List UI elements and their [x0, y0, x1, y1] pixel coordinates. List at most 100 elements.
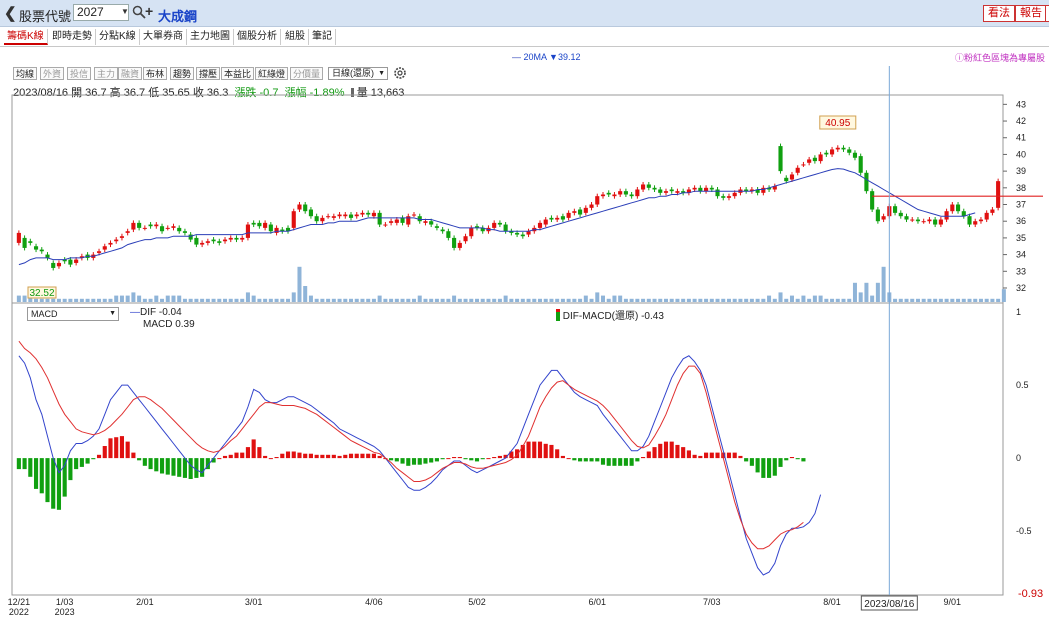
volume-bar	[956, 298, 961, 302]
volume-bar	[320, 298, 325, 302]
volume-bar	[412, 298, 417, 302]
volume-bar	[847, 298, 852, 302]
candle-body	[875, 209, 880, 222]
volume-bar	[795, 298, 800, 302]
macd-histogram-bar	[137, 458, 142, 461]
macd-histogram-bar	[532, 441, 537, 459]
candle-body	[560, 216, 565, 220]
ma20-line	[18, 168, 976, 266]
macd-histogram-bar	[732, 452, 737, 459]
volume-bar	[744, 298, 749, 302]
volume-bar	[486, 298, 491, 302]
macd-histogram-bar	[200, 458, 205, 477]
volume-bar	[612, 295, 617, 302]
macd-histogram-bar	[171, 458, 176, 476]
volume-bar	[102, 298, 107, 302]
candle-body	[348, 214, 354, 218]
volume-bar	[841, 298, 846, 302]
macd-histogram-bar	[331, 454, 336, 459]
volume-bar	[767, 295, 772, 302]
volume-bar	[784, 298, 789, 302]
candle-body	[68, 259, 73, 265]
macd-histogram-bar	[749, 458, 754, 466]
macd-histogram-bar	[440, 458, 445, 460]
macd-histogram-bar	[297, 452, 302, 459]
candle-body	[784, 177, 789, 182]
volume-bar	[268, 298, 273, 302]
macd-histogram-bar	[755, 458, 760, 473]
macd-histogram-bar	[131, 452, 136, 459]
candle-body	[835, 147, 840, 150]
candle-body	[33, 246, 39, 250]
volume-bar	[801, 295, 806, 302]
volume-bar	[566, 298, 571, 302]
price-tick-label: 41	[1016, 133, 1026, 143]
volume-bar	[532, 298, 537, 302]
volume-bar	[893, 298, 898, 302]
volume-bar	[440, 298, 445, 302]
volume-bar	[515, 298, 520, 302]
volume-bar	[371, 298, 376, 302]
candle-body	[955, 204, 961, 212]
candle-body	[194, 237, 199, 245]
volume-bar	[142, 298, 147, 302]
price-tick-label: 35	[1016, 233, 1026, 243]
macd-histogram-bar	[784, 458, 789, 461]
candle-body	[635, 189, 640, 197]
volume-bar	[583, 295, 588, 302]
volume-bar	[234, 298, 239, 302]
volume-bar	[675, 298, 680, 302]
candle-body	[904, 216, 909, 220]
macd-histogram-bar	[400, 458, 405, 464]
candle-body	[331, 216, 336, 218]
volume-bar	[852, 282, 857, 302]
x-tick-label: 5/02	[468, 597, 486, 607]
candle-body	[623, 191, 628, 195]
macd-histogram-bar	[268, 458, 273, 460]
candle-body	[658, 189, 663, 193]
candle-body	[383, 224, 388, 226]
volume-bar	[280, 298, 285, 302]
candle-body	[257, 222, 262, 227]
volume-bar	[520, 298, 525, 302]
macd-histogram-bar	[33, 458, 39, 489]
volume-bar	[331, 298, 336, 302]
volume-bar	[726, 298, 731, 302]
volume-bar	[177, 295, 182, 302]
macd-histogram-bar	[457, 457, 462, 459]
indicator-dropdown-icon: ▼	[109, 310, 116, 317]
volume-bar	[864, 282, 869, 302]
price-tick-label: 39	[1016, 166, 1026, 176]
price-tick-label: 32	[1016, 283, 1026, 293]
volume-bar	[423, 298, 428, 302]
candle-body	[251, 222, 256, 225]
volume-bar	[22, 295, 27, 302]
candle-body	[915, 219, 921, 222]
candle-body	[154, 224, 159, 227]
volume-bar	[34, 298, 39, 302]
volume-bar	[698, 298, 703, 302]
macd-histogram-bar	[423, 458, 428, 464]
candle-body	[795, 167, 800, 173]
macd-frame	[11, 302, 1004, 596]
macd-histogram-bar	[658, 443, 663, 459]
candle-body	[28, 241, 33, 243]
volume-bar	[160, 298, 165, 302]
volume-bar	[537, 298, 543, 302]
volume-bar	[600, 295, 605, 302]
volume-bar	[108, 298, 113, 302]
candle-body	[102, 246, 107, 250]
volume-bar	[457, 298, 462, 302]
volume-bar	[434, 298, 439, 302]
candle-body	[268, 224, 273, 232]
indicator-select[interactable]: MACD ▼	[27, 307, 119, 321]
macd-histogram-bar	[646, 451, 651, 459]
macd-histogram-bar	[28, 458, 33, 477]
macd-histogram-bar	[308, 453, 313, 459]
macd-tick-label: 1	[1016, 307, 1021, 317]
macd-histogram-bar	[343, 454, 348, 459]
macd-histogram-bar	[583, 458, 588, 462]
volume-bar	[251, 295, 256, 302]
macd-histogram-bar	[555, 449, 560, 459]
volume-bar	[45, 298, 50, 302]
